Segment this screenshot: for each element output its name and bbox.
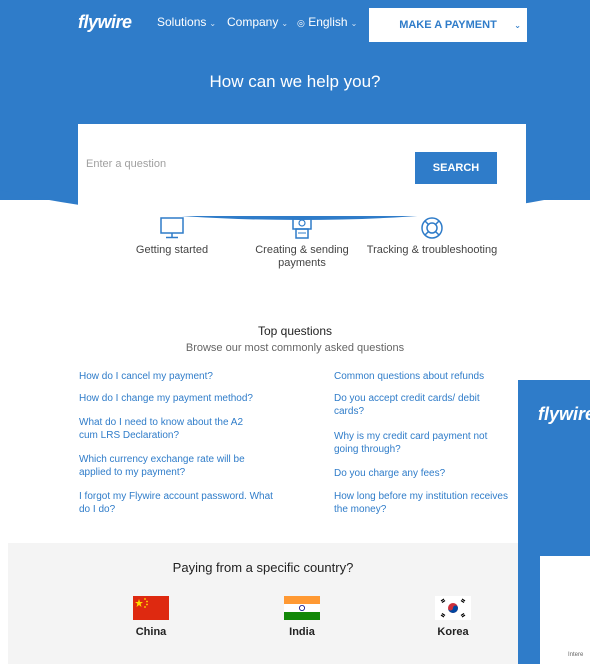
category-label: Getting started: [135, 244, 209, 256]
top-questions-subtitle: Browse our most commonly asked questions: [185, 342, 405, 354]
question-link[interactable]: Do you accept credit cards/ debit cards?: [334, 392, 509, 418]
nav-solutions[interactable]: Solutions ⌄: [157, 15, 216, 29]
chevron-down-icon: ⌄: [209, 19, 217, 28]
question-link[interactable]: Why is my credit card payment not going …: [334, 430, 509, 456]
country-india[interactable]: India: [262, 596, 342, 638]
country-china[interactable]: China: [111, 596, 191, 638]
india-flag-icon: [284, 596, 320, 620]
category-label: Tracking & troubleshooting: [366, 244, 498, 256]
payment-icon: [292, 216, 312, 239]
nav-company[interactable]: Company ⌄: [227, 15, 288, 29]
chevron-down-icon: ⌄: [281, 19, 289, 28]
lifebuoy-icon: [421, 217, 443, 239]
question-link[interactable]: Common questions about refunds: [334, 370, 509, 383]
search-input[interactable]: [84, 152, 408, 176]
category-tracking[interactable]: Tracking & troubleshooting: [362, 216, 502, 257]
monitor-icon: [160, 217, 184, 239]
search-button[interactable]: SEARCH: [415, 152, 497, 184]
secondary-text: Intere: [568, 652, 584, 658]
question-link[interactable]: What do I need to know about the A2 cum …: [79, 416, 264, 442]
hero-title: How can we help you?: [209, 72, 381, 91]
nav-company-label: Company: [227, 15, 279, 29]
chevron-down-icon: ⌄: [350, 19, 358, 28]
country-section-title: Paying from a specific country?: [172, 560, 354, 575]
secondary-flywire-logo: flywire: [538, 404, 590, 424]
question-link[interactable]: Do you charge any fees?: [334, 467, 509, 480]
nav-language[interactable]: ◎ English ⌄: [297, 15, 357, 29]
category-creating-payments[interactable]: Creating & sending payments: [232, 216, 372, 270]
country-korea[interactable]: Korea: [413, 596, 493, 638]
secondary-card: [540, 556, 590, 664]
country-name: Korea: [437, 626, 469, 638]
top-questions-title: Top questions: [257, 324, 333, 338]
question-link[interactable]: Which currency exchange rate will be app…: [79, 453, 264, 479]
top-nav: flywire Solutions ⌄ Company ⌄ ◎ English ⌄ M…: [0, 0, 590, 42]
question-link[interactable]: How do I change my payment method?: [79, 392, 269, 405]
china-flag-icon: [133, 596, 169, 620]
question-link[interactable]: I forgot my Flywire account password. Wh…: [79, 490, 274, 516]
category-label: Creating & sending payments: [255, 244, 349, 269]
question-link[interactable]: How long before my institution receives …: [334, 490, 509, 516]
nav-solutions-label: Solutions: [157, 15, 207, 29]
category-getting-started[interactable]: Getting started: [102, 216, 242, 257]
country-name: China: [135, 626, 167, 638]
make-payment-label: MAKE A PAYMENT: [399, 19, 497, 31]
question-link[interactable]: How do I cancel my payment?: [79, 370, 269, 383]
country-name: India: [289, 626, 315, 638]
globe-icon: ◎: [297, 18, 305, 28]
korea-flag-icon: [435, 596, 471, 620]
chevron-down-icon: ⌄: [514, 20, 521, 30]
flywire-logo[interactable]: flywire: [78, 12, 132, 33]
nav-language-label: English: [308, 15, 348, 29]
make-payment-button[interactable]: MAKE A PAYMENT ⌄: [369, 8, 527, 42]
